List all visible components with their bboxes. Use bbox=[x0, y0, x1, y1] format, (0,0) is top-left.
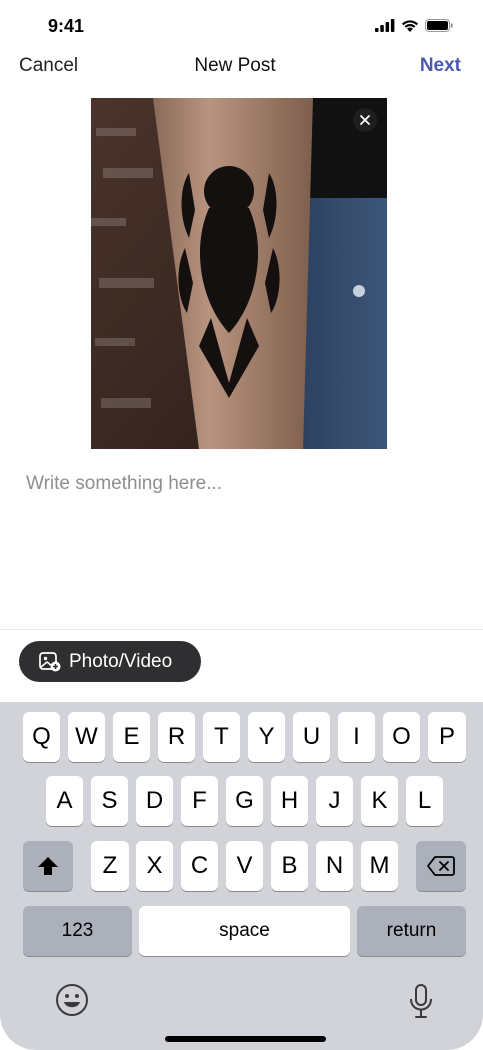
key-y[interactable]: Y bbox=[248, 712, 285, 762]
next-button[interactable]: Next bbox=[420, 55, 461, 77]
status-icons bbox=[375, 19, 453, 32]
page-title: New Post bbox=[194, 55, 276, 76]
key-o[interactable]: O bbox=[383, 712, 420, 762]
key-b[interactable]: B bbox=[271, 841, 308, 891]
shift-key[interactable] bbox=[23, 841, 73, 891]
key-t[interactable]: T bbox=[203, 712, 240, 762]
key-e[interactable]: E bbox=[113, 712, 150, 762]
backspace-icon bbox=[427, 856, 455, 876]
key-v[interactable]: V bbox=[226, 841, 263, 891]
key-j[interactable]: J bbox=[316, 776, 353, 826]
shift-icon bbox=[38, 857, 58, 875]
caption-input[interactable] bbox=[26, 470, 456, 498]
home-indicator bbox=[165, 1036, 326, 1042]
status-bar: 9:41 bbox=[0, 0, 483, 50]
status-time: 9:41 bbox=[48, 16, 85, 36]
key-c[interactable]: C bbox=[181, 841, 218, 891]
return-key[interactable]: return bbox=[357, 906, 466, 956]
key-r[interactable]: R bbox=[158, 712, 195, 762]
key-k[interactable]: K bbox=[361, 776, 398, 826]
key-m[interactable]: M bbox=[361, 841, 398, 891]
key-s[interactable]: S bbox=[91, 776, 128, 826]
key-p[interactable]: P bbox=[428, 712, 466, 762]
key-i[interactable]: I bbox=[338, 712, 375, 762]
remove-photo-button[interactable] bbox=[353, 108, 377, 132]
keyboard: Q W E R T Y U I O P A S D F G H J K L Z … bbox=[0, 702, 483, 1050]
tattoo-photo-image bbox=[91, 98, 387, 449]
numbers-key[interactable]: 123 bbox=[23, 906, 132, 956]
signal-icon bbox=[375, 19, 395, 32]
key-l[interactable]: L bbox=[406, 776, 443, 826]
photo-video-label: Photo/Video bbox=[69, 650, 173, 672]
space-key[interactable]: space bbox=[139, 906, 350, 956]
backspace-key[interactable] bbox=[416, 841, 466, 891]
key-d[interactable]: D bbox=[136, 776, 173, 826]
key-g[interactable]: G bbox=[226, 776, 263, 826]
add-photo-icon bbox=[39, 651, 61, 671]
emoji-icon[interactable] bbox=[55, 983, 89, 1017]
selected-photo bbox=[91, 98, 387, 449]
key-a[interactable]: A bbox=[46, 776, 83, 826]
key-u[interactable]: U bbox=[293, 712, 330, 762]
wifi-icon bbox=[402, 20, 418, 32]
nav-bar: Cancel New Post Next bbox=[0, 50, 483, 82]
key-n[interactable]: N bbox=[316, 841, 353, 891]
microphone-icon[interactable] bbox=[408, 983, 434, 1019]
close-icon bbox=[360, 115, 370, 125]
key-z[interactable]: Z bbox=[91, 841, 129, 891]
key-w[interactable]: W bbox=[68, 712, 105, 762]
key-q[interactable]: Q bbox=[23, 712, 60, 762]
key-h[interactable]: H bbox=[271, 776, 308, 826]
photo-video-button[interactable]: Photo/Video bbox=[19, 641, 201, 682]
divider bbox=[0, 629, 483, 630]
key-f[interactable]: F bbox=[181, 776, 218, 826]
key-x[interactable]: X bbox=[136, 841, 173, 891]
battery-icon bbox=[425, 19, 453, 32]
